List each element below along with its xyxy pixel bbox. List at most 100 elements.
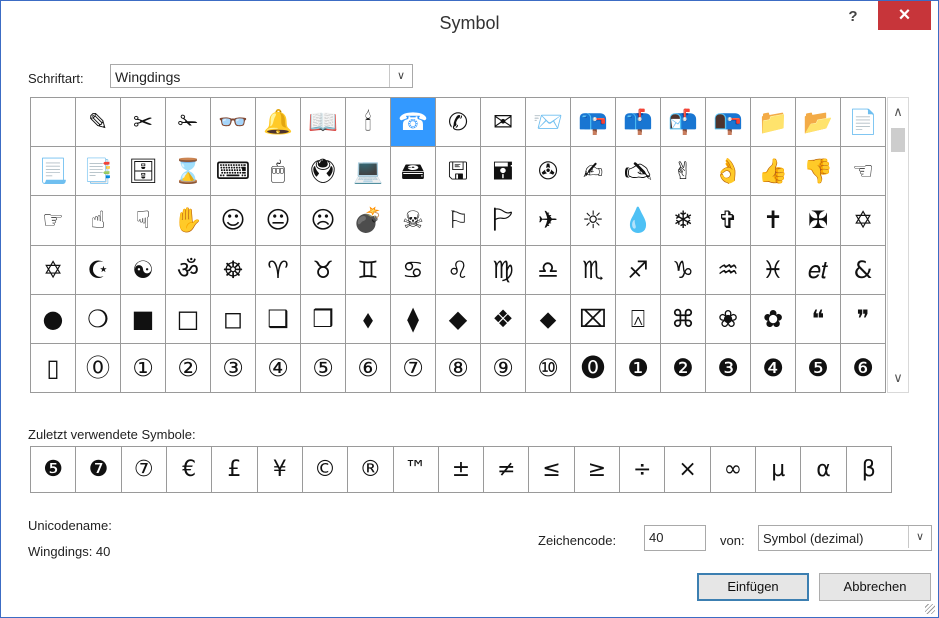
symbol-cell[interactable]: ❹ [751,343,796,393]
symbol-cell[interactable]: ❀ [706,294,751,344]
recent-symbol-cell[interactable]: ❺ [31,447,77,492]
symbol-cell[interactable]: 😐 [256,196,301,246]
symbol-cell[interactable]: ❑ [256,294,301,344]
recent-symbol-cell[interactable]: ÷ [620,447,666,492]
symbol-cell[interactable]: ☸ [211,245,256,295]
symbol-cell[interactable]: ✆ [436,98,481,148]
symbol-cell[interactable]: ▯ [31,343,76,393]
symbol-cell[interactable]: 𝑒𝑡 [796,245,841,295]
chevron-down-icon[interactable]: ∨ [908,526,931,548]
recent-symbol-cell[interactable]: β [847,447,892,492]
recent-symbol-cell[interactable]: µ [756,447,802,492]
symbol-cell[interactable]: 👍 [751,147,796,197]
symbol-cell[interactable]: ♉ [301,245,346,295]
symbol-cell[interactable]: ✞ [706,196,751,246]
symbol-cell[interactable]: 📪 [571,98,616,148]
symbol-cell[interactable]: ⓪ [76,343,121,393]
symbol-cell[interactable]: ❞ [841,294,886,344]
recent-symbol-cell[interactable]: ¥ [258,447,303,492]
symbol-cell[interactable]: ☹ [301,196,346,246]
symbol-cell[interactable]: ⑥ [346,343,391,393]
symbol-cell[interactable]: 📬 [661,98,706,148]
symbol-cell[interactable]: ⑦ [391,343,436,393]
recent-symbol-cell[interactable]: € [167,447,213,492]
symbol-cell[interactable]: 📨 [526,98,571,148]
symbol-cell[interactable]: ⑨ [481,343,526,393]
symbol-cell[interactable]: ✈ [526,196,571,246]
recent-symbol-cell[interactable]: ⑦ [122,447,167,492]
recent-symbols-row[interactable]: ❺ ❼ ⑦ € £ ¥ © ® ™ ± ≠ ≤ ≥ ÷ × ∞ µ α β [30,446,892,493]
symbol-cell[interactable]: ♈ [256,245,301,295]
symbol-cell[interactable]: ♏ [571,245,616,295]
symbol-cell[interactable]: 📖 [301,98,346,148]
recent-symbol-cell[interactable]: ™ [394,447,439,492]
symbol-cell[interactable]: 📭 [706,98,751,148]
symbol-cell[interactable]: ③ [211,343,256,393]
resize-grip-icon[interactable] [925,604,935,614]
symbol-cell[interactable]: ♍ [481,245,526,295]
recent-symbol-cell[interactable]: ∞ [711,447,757,492]
recent-symbol-cell[interactable]: © [303,447,349,492]
symbol-cell[interactable]: ⌨ [211,147,256,197]
font-select[interactable]: Wingdings ∨ [110,64,413,88]
symbol-cell[interactable]: ☼ [571,196,616,246]
symbol-cell[interactable]: 📫 [616,98,661,148]
symbol-cell[interactable]: ✎ [76,98,121,148]
symbol-cell[interactable]: ❒ [301,294,346,344]
symbol-cell[interactable]: 🖬 [481,147,526,197]
symbol-cell[interactable]: ♓ [751,245,796,295]
symbol-cell[interactable]: 💻 [346,147,391,197]
symbol-cell[interactable]: 🖲 [301,147,346,197]
symbol-cell[interactable]: ✌ [661,147,706,197]
symbol-cell[interactable]: ✿ [751,294,796,344]
symbol-cell[interactable]: ♊ [346,245,391,295]
symbol-cell[interactable]: ☝ [76,196,121,246]
symbol-cell[interactable]: ☯ [121,245,166,295]
scroll-up-icon[interactable]: ∧ [888,104,908,120]
symbol-cell[interactable]: 💧 [616,196,661,246]
symbol-cell[interactable]: ❷ [661,343,706,393]
recent-symbol-cell[interactable]: × [665,447,711,492]
symbol-cell[interactable]: ◆ [436,294,481,344]
symbol-grid[interactable]: ✎ ✂ ✁ 👓 🔔 📖 🕯 ☎ ✆ ✉ 📨 📪 📫 📬 📭 📁 📂 📄 📃 📑 🗄 ⌛ ⌨ 🖱 🖲 💻 🖴 🖫 🖬 ✇ ✍ 🖎 ✌ 👌 👍 👎 ☜ ☞ ☝ ☟… [30,97,886,393]
recent-symbol-cell[interactable]: ≠ [484,447,530,492]
symbol-cell[interactable]: 🖎 [616,147,661,197]
symbol-cell[interactable]: ❸ [706,343,751,393]
symbol-cell[interactable]: ① [121,343,166,393]
symbol-cell[interactable]: ✋ [166,196,211,246]
recent-symbol-cell[interactable]: ® [348,447,394,492]
symbol-cell[interactable]: ⑩ [526,343,571,393]
symbol-cell[interactable]: ❖ [481,294,526,344]
symbol-cell[interactable]: ♎ [526,245,571,295]
symbol-cell[interactable]: ⑤ [301,343,346,393]
symbol-cell[interactable]: ✠ [796,196,841,246]
symbol-cell[interactable]: 🖱 [256,147,301,197]
symbol-cell[interactable]: ♑ [661,245,706,295]
symbol-cell[interactable]: ⧫ [391,294,436,344]
recent-symbol-cell[interactable]: ≤ [529,447,575,492]
symbol-cell[interactable]: ⬥ [526,294,571,344]
recent-symbol-cell[interactable]: ❼ [76,447,122,492]
cancel-button[interactable]: Abbrechen [819,573,931,601]
symbol-cell[interactable]: ॐ [166,245,211,295]
chevron-down-icon[interactable]: ∨ [389,65,412,87]
symbol-cell[interactable]: ☜ [841,147,886,197]
symbol-cell[interactable]: ● [31,294,76,344]
scroll-down-icon[interactable]: ∨ [888,370,908,386]
symbol-cell[interactable]: ⌘ [661,294,706,344]
symbol-cell[interactable]: 💣 [346,196,391,246]
symbol-cell[interactable]: 🏱 [481,196,526,246]
symbol-cell[interactable]: ⌛ [166,147,211,197]
scroll-thumb[interactable] [891,128,905,152]
recent-symbol-cell[interactable]: α [801,447,847,492]
grid-scrollbar[interactable]: ∧ ∨ [887,97,909,393]
symbol-cell[interactable]: ❻ [841,343,886,393]
symbol-cell[interactable]: ☟ [121,196,166,246]
symbol-cell[interactable]: ⬧ [346,294,391,344]
symbol-cell[interactable]: 👓 [211,98,256,148]
symbol-cell[interactable]: ④ [256,343,301,393]
symbol-cell[interactable]: ⑧ [436,343,481,393]
symbol-cell[interactable]: ✍ [571,147,616,197]
symbol-cell[interactable]: ♋ [391,245,436,295]
symbol-cell[interactable]: ❍ [76,294,121,344]
